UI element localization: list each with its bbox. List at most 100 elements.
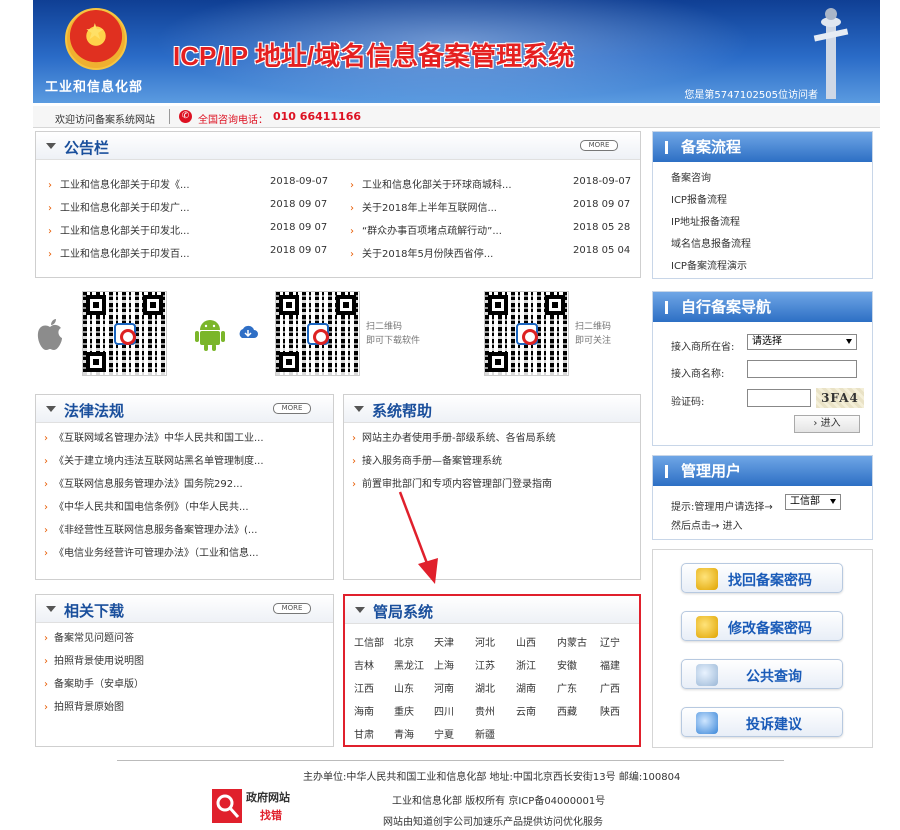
- law-link[interactable]: › 《非经营性互联网信息服务备案管理办法》(...: [36, 519, 333, 542]
- magnifier-icon: [212, 789, 242, 823]
- national-emblem-icon: ★: [65, 8, 127, 70]
- panel-header: 系统帮助: [344, 395, 640, 423]
- more-button[interactable]: MORE: [273, 403, 311, 414]
- process-link[interactable]: ICP报备流程: [671, 190, 872, 212]
- dept-select[interactable]: 工信部: [785, 494, 841, 510]
- self-filing-nav-panel: 自行备案导航 接入商所在省: 请选择 接入商名称: 验证码: 3FA4 › 进入: [652, 291, 873, 446]
- qr-code-android: [275, 291, 360, 376]
- news-link[interactable]: › 工业和信息化部关于印发北...: [48, 222, 190, 238]
- law-link[interactable]: › 《互联网信息服务管理办法》国务院292...: [36, 473, 333, 496]
- complaint-button[interactable]: 投诉建议: [681, 707, 843, 737]
- province-link[interactable]: 山东: [394, 680, 414, 695]
- panel-title: 管理用户: [653, 456, 872, 486]
- province-link[interactable]: 西藏: [557, 703, 577, 718]
- province-link[interactable]: 河南: [434, 680, 454, 695]
- law-link[interactable]: › 《中华人民共和国电信条例》（中华人民共...: [36, 496, 333, 519]
- triangle-icon: [46, 143, 56, 149]
- province-link[interactable]: 辽宁: [600, 634, 620, 649]
- enter-button[interactable]: › 进入: [794, 415, 860, 433]
- province-select[interactable]: 请选择: [747, 334, 857, 350]
- qr-caption-download: 扫二维码 即可下载软件: [366, 322, 421, 346]
- public-query-button[interactable]: 公共查询: [681, 659, 843, 689]
- admin-user-panel: 管理用户 提示:管理用户请选择→ 工信部 然后点击→ 进入: [652, 455, 873, 540]
- provider-name-input[interactable]: [747, 360, 857, 378]
- law-link[interactable]: › 《关于建立境内违法互联网站黑名单管理制度...: [36, 450, 333, 473]
- download-link[interactable]: › 备案助手（安卓版）: [36, 673, 333, 696]
- captcha-image[interactable]: 3FA4: [816, 388, 864, 408]
- province-link[interactable]: 广西: [600, 680, 620, 695]
- retrieve-password-button[interactable]: 找回备案密码: [681, 563, 843, 593]
- province-link[interactable]: 北京: [394, 634, 414, 649]
- province-link[interactable]: 安徽: [557, 657, 577, 672]
- provincial-systems-panel: 管局系统 工信部 北京 天津 河北 山西 内蒙古 辽宁 吉林 黑龙江 上海 江苏…: [343, 594, 641, 747]
- news-link[interactable]: › 工业和信息化部关于印发广...: [48, 199, 190, 215]
- search-document-icon: [696, 664, 718, 686]
- gov-error-report-badge[interactable]: 政府网站 找错: [212, 787, 300, 825]
- ministry-name: 工业和信息化部: [45, 80, 144, 95]
- qr-code-wechat: [484, 291, 569, 376]
- province-link[interactable]: 湖南: [516, 680, 536, 695]
- province-link[interactable]: 贵州: [475, 703, 495, 718]
- news-link[interactable]: › 关于2018年上半年互联网信...: [350, 199, 497, 215]
- help-link[interactable]: › 接入服务商手册—备案管理系统: [344, 450, 640, 473]
- cloud-download-icon[interactable]: [237, 324, 259, 340]
- province-link[interactable]: 福建: [600, 657, 620, 672]
- process-link[interactable]: 域名信息报备流程: [671, 234, 872, 256]
- news-date: 2018-09-07: [270, 176, 329, 187]
- province-link[interactable]: 黑龙江: [394, 657, 424, 672]
- province-link[interactable]: 吉林: [354, 657, 374, 672]
- process-link[interactable]: 备案咨询: [671, 168, 872, 190]
- province-link[interactable]: 陕西: [600, 703, 620, 718]
- download-link[interactable]: › 备案常见问题问答: [36, 627, 333, 650]
- panel-title: 管局系统: [373, 603, 434, 621]
- news-link[interactable]: › 工业和信息化部关于印发《...: [48, 176, 190, 192]
- download-link[interactable]: › 拍照背景原始图: [36, 696, 333, 719]
- admin-hint: 提示:管理用户请选择→: [671, 502, 773, 513]
- province-label: 接入商所在省:: [671, 342, 735, 353]
- province-link[interactable]: 内蒙古: [557, 634, 587, 649]
- law-link[interactable]: › 《电信业务经营许可管理办法》（工业和信息...: [36, 542, 333, 565]
- modify-password-button[interactable]: 修改备案密码: [681, 611, 843, 641]
- province-link[interactable]: 天津: [434, 634, 454, 649]
- apple-icon[interactable]: [36, 318, 64, 352]
- province-link[interactable]: 江苏: [475, 657, 495, 672]
- province-link[interactable]: 甘肃: [354, 726, 374, 741]
- province-link[interactable]: 宁夏: [434, 726, 454, 741]
- province-link[interactable]: 海南: [354, 703, 374, 718]
- more-button[interactable]: MORE: [273, 603, 311, 614]
- download-link[interactable]: › 拍照背景使用说明图: [36, 650, 333, 673]
- province-link[interactable]: 江西: [354, 680, 374, 695]
- province-link[interactable]: 上海: [434, 657, 454, 672]
- phone-label: 全国咨询电话：: [198, 115, 268, 126]
- panel-title: 相关下载: [64, 602, 125, 620]
- province-link[interactable]: 云南: [516, 703, 536, 718]
- chevron-down-icon: [846, 339, 852, 344]
- news-link[interactable]: › 关于2018年5月份陕西省停...: [350, 245, 493, 261]
- news-link[interactable]: › 工业和信息化部关于环球商城科...: [350, 176, 512, 192]
- panel-header: 相关下载 MORE: [36, 595, 333, 623]
- help-link[interactable]: › 网站主办者使用手册-部级系统、各省局系统: [344, 427, 640, 450]
- province-link[interactable]: 湖北: [475, 680, 495, 695]
- process-link[interactable]: IP地址报备流程: [671, 212, 872, 234]
- province-link[interactable]: 广东: [557, 680, 577, 695]
- province-link[interactable]: 新疆: [475, 726, 495, 741]
- province-link[interactable]: 青海: [394, 726, 414, 741]
- more-button[interactable]: MORE: [580, 140, 618, 151]
- provider-name-label: 接入商名称:: [671, 369, 725, 380]
- triangle-icon: [354, 406, 364, 412]
- admin-enter-link[interactable]: 然后点击→ 进入: [671, 517, 743, 532]
- province-link[interactable]: 四川: [434, 703, 454, 718]
- province-link[interactable]: 重庆: [394, 703, 414, 718]
- process-link[interactable]: ICP备案流程演示: [671, 256, 872, 278]
- captcha-input[interactable]: [747, 389, 811, 407]
- province-link[interactable]: 浙江: [516, 657, 536, 672]
- news-date: 2018 09 07: [270, 199, 328, 210]
- downloads-panel: 相关下载 MORE › 备案常见问题问答 › 拍照背景使用说明图 › 备案助手（安卓版…: [35, 594, 334, 747]
- android-icon[interactable]: [195, 316, 225, 352]
- news-link[interactable]: › 工业和信息化部关于印发百...: [48, 245, 190, 261]
- province-link[interactable]: 工信部: [354, 634, 384, 649]
- news-link[interactable]: › “群众办事百项堵点疏解行动”...: [350, 222, 502, 238]
- province-link[interactable]: 山西: [516, 634, 536, 649]
- law-link[interactable]: › 《互联网域名管理办法》中华人民共和国工业...: [36, 427, 333, 450]
- province-link[interactable]: 河北: [475, 634, 495, 649]
